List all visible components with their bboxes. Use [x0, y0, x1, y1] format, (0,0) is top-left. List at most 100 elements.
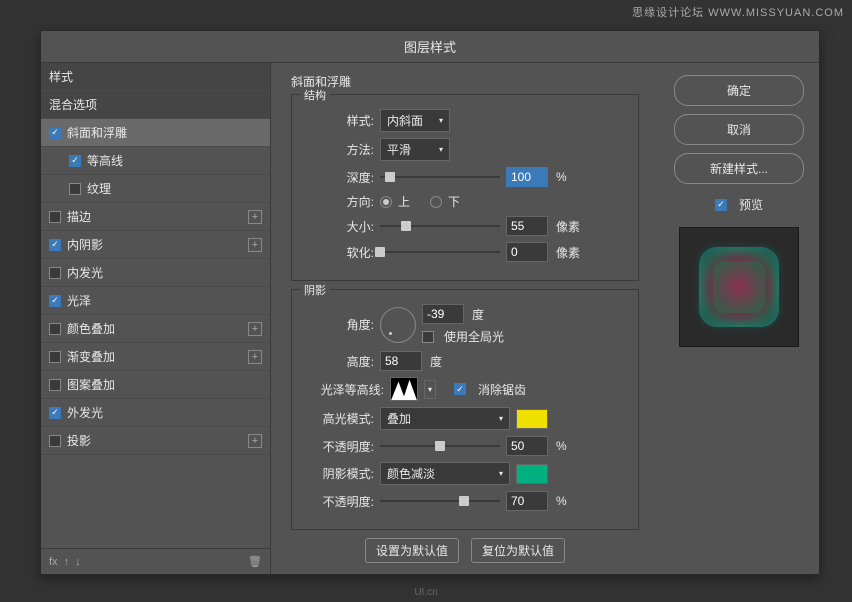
- style-checkbox[interactable]: [69, 155, 81, 167]
- sidebar-item-9[interactable]: 颜色叠加 +: [41, 315, 270, 343]
- sidebar-item-label: 混合选项: [49, 96, 97, 113]
- highlight-opacity-unit: %: [556, 439, 567, 453]
- highlight-mode-label: 高光模式:: [304, 410, 374, 427]
- style-checkbox[interactable]: [49, 211, 61, 223]
- dialog-title: 图层样式: [41, 31, 819, 63]
- ok-button[interactable]: 确定: [674, 75, 804, 106]
- shadow-opacity-unit: %: [556, 494, 567, 508]
- preview-label: 预览: [739, 196, 763, 213]
- style-checkbox[interactable]: [49, 379, 61, 391]
- style-checkbox[interactable]: [49, 267, 61, 279]
- style-value: 内斜面: [387, 112, 423, 129]
- fx-icon[interactable]: fx: [49, 556, 58, 568]
- size-slider[interactable]: [380, 225, 500, 227]
- new-style-button[interactable]: 新建样式...: [674, 153, 804, 184]
- sidebar-item-11[interactable]: 图案叠加: [41, 371, 270, 399]
- sidebar-item-label: 等高线: [87, 152, 123, 169]
- sidebar-item-0[interactable]: 样式: [41, 63, 270, 91]
- sidebar-footer: fx ↑ ↓ 🗑: [41, 548, 270, 574]
- add-effect-icon[interactable]: +: [248, 238, 262, 252]
- arrow-down-icon[interactable]: ↓: [75, 556, 81, 568]
- direction-up-label: 上: [398, 193, 410, 210]
- soften-input[interactable]: 0: [506, 242, 548, 262]
- method-dropdown[interactable]: 平滑 ▾: [380, 138, 450, 161]
- chevron-down-icon[interactable]: ▾: [424, 380, 436, 399]
- direction-label: 方向:: [304, 193, 374, 210]
- add-effect-icon[interactable]: +: [248, 210, 262, 224]
- style-label: 样式:: [304, 112, 374, 129]
- shadow-opacity-slider[interactable]: [380, 500, 500, 502]
- add-effect-icon[interactable]: +: [248, 350, 262, 364]
- reset-default-button[interactable]: 复位为默认值: [471, 538, 565, 563]
- sidebar-item-2[interactable]: 斜面和浮雕: [41, 119, 270, 147]
- style-checkbox[interactable]: [69, 183, 81, 195]
- angle-input[interactable]: -39: [422, 304, 464, 324]
- highlight-opacity-slider[interactable]: [380, 445, 500, 447]
- sidebar-item-12[interactable]: 外发光: [41, 399, 270, 427]
- soften-slider[interactable]: [380, 251, 500, 253]
- altitude-input[interactable]: 58: [380, 351, 422, 371]
- depth-slider[interactable]: [380, 176, 500, 178]
- add-effect-icon[interactable]: +: [248, 322, 262, 336]
- sidebar-item-13[interactable]: 投影 +: [41, 427, 270, 455]
- structure-label: 结构: [300, 87, 330, 103]
- angle-dial[interactable]: [380, 307, 416, 343]
- preview-checkbox[interactable]: [715, 199, 727, 211]
- style-checkbox[interactable]: [49, 323, 61, 335]
- sidebar-item-10[interactable]: 渐变叠加 +: [41, 343, 270, 371]
- sidebar-item-8[interactable]: 光泽: [41, 287, 270, 315]
- size-input[interactable]: 55: [506, 216, 548, 236]
- right-column: 确定 取消 新建样式... 预览: [659, 63, 819, 574]
- antialias-label: 消除锯齿: [478, 381, 526, 398]
- styles-sidebar: 样式混合选项斜面和浮雕等高线纹理描边+内阴影+内发光光泽颜色叠加 + 渐变叠加 + 图案…: [41, 63, 271, 574]
- section-title: 斜面和浮雕: [291, 73, 639, 90]
- add-effect-icon[interactable]: +: [248, 434, 262, 448]
- direction-up-radio[interactable]: [380, 196, 392, 208]
- dialog-content: 样式混合选项斜面和浮雕等高线纹理描边+内阴影+内发光光泽颜色叠加+渐变叠加+图案…: [41, 63, 819, 574]
- sidebar-item-1[interactable]: 混合选项: [41, 91, 270, 119]
- sidebar-item-label: 颜色叠加: [67, 320, 115, 337]
- preview-box: [679, 227, 799, 347]
- sidebar-item-6[interactable]: 内阴影+: [41, 231, 270, 259]
- sidebar-item-label: 投影: [67, 432, 91, 449]
- sidebar-item-7[interactable]: 内发光: [41, 259, 270, 287]
- soften-label: 软化:: [304, 244, 374, 261]
- sidebar-item-5[interactable]: 描边+: [41, 203, 270, 231]
- soften-unit: 像素: [556, 244, 580, 261]
- chevron-down-icon: ▾: [439, 145, 443, 154]
- style-dropdown[interactable]: 内斜面 ▾: [380, 109, 450, 132]
- chevron-down-icon: ▾: [499, 414, 503, 423]
- shadow-opacity-label: 不透明度:: [304, 493, 374, 510]
- sidebar-item-label: 渐变叠加: [67, 348, 115, 365]
- depth-label: 深度:: [304, 169, 374, 186]
- settings-panel: 斜面和浮雕 结构 样式: 内斜面 ▾ 方法: 平滑 ▾: [271, 63, 659, 574]
- cancel-button[interactable]: 取消: [674, 114, 804, 145]
- shadow-mode-value: 颜色减淡: [387, 465, 435, 482]
- style-checkbox[interactable]: [49, 407, 61, 419]
- antialias-checkbox[interactable]: [454, 383, 466, 395]
- style-checkbox[interactable]: [49, 127, 61, 139]
- make-default-button[interactable]: 设置为默认值: [365, 538, 459, 563]
- depth-input[interactable]: 100: [506, 167, 548, 187]
- highlight-opacity-input[interactable]: 50: [506, 436, 548, 456]
- altitude-label: 高度:: [304, 353, 374, 370]
- global-light-checkbox[interactable]: [422, 331, 434, 343]
- shadow-mode-dropdown[interactable]: 颜色减淡 ▾: [380, 462, 510, 485]
- shadow-opacity-input[interactable]: 70: [506, 491, 548, 511]
- preview-shape: [699, 247, 779, 327]
- direction-down-radio[interactable]: [430, 196, 442, 208]
- style-list: 样式混合选项斜面和浮雕等高线纹理描边+内阴影+内发光光泽颜色叠加 + 渐变叠加 + 图案…: [41, 63, 270, 548]
- structure-group: 结构 样式: 内斜面 ▾ 方法: 平滑 ▾ 深度:: [291, 94, 639, 281]
- style-checkbox[interactable]: [49, 295, 61, 307]
- highlight-color-swatch[interactable]: [516, 409, 548, 429]
- highlight-mode-dropdown[interactable]: 叠加 ▾: [380, 407, 510, 430]
- style-checkbox[interactable]: [49, 239, 61, 251]
- arrow-up-icon[interactable]: ↑: [64, 556, 70, 568]
- trash-icon[interactable]: 🗑: [248, 555, 262, 568]
- style-checkbox[interactable]: [49, 351, 61, 363]
- sidebar-item-4[interactable]: 纹理: [41, 175, 270, 203]
- sidebar-item-3[interactable]: 等高线: [41, 147, 270, 175]
- gloss-contour-picker[interactable]: [390, 377, 418, 401]
- style-checkbox[interactable]: [49, 435, 61, 447]
- shadow-color-swatch[interactable]: [516, 464, 548, 484]
